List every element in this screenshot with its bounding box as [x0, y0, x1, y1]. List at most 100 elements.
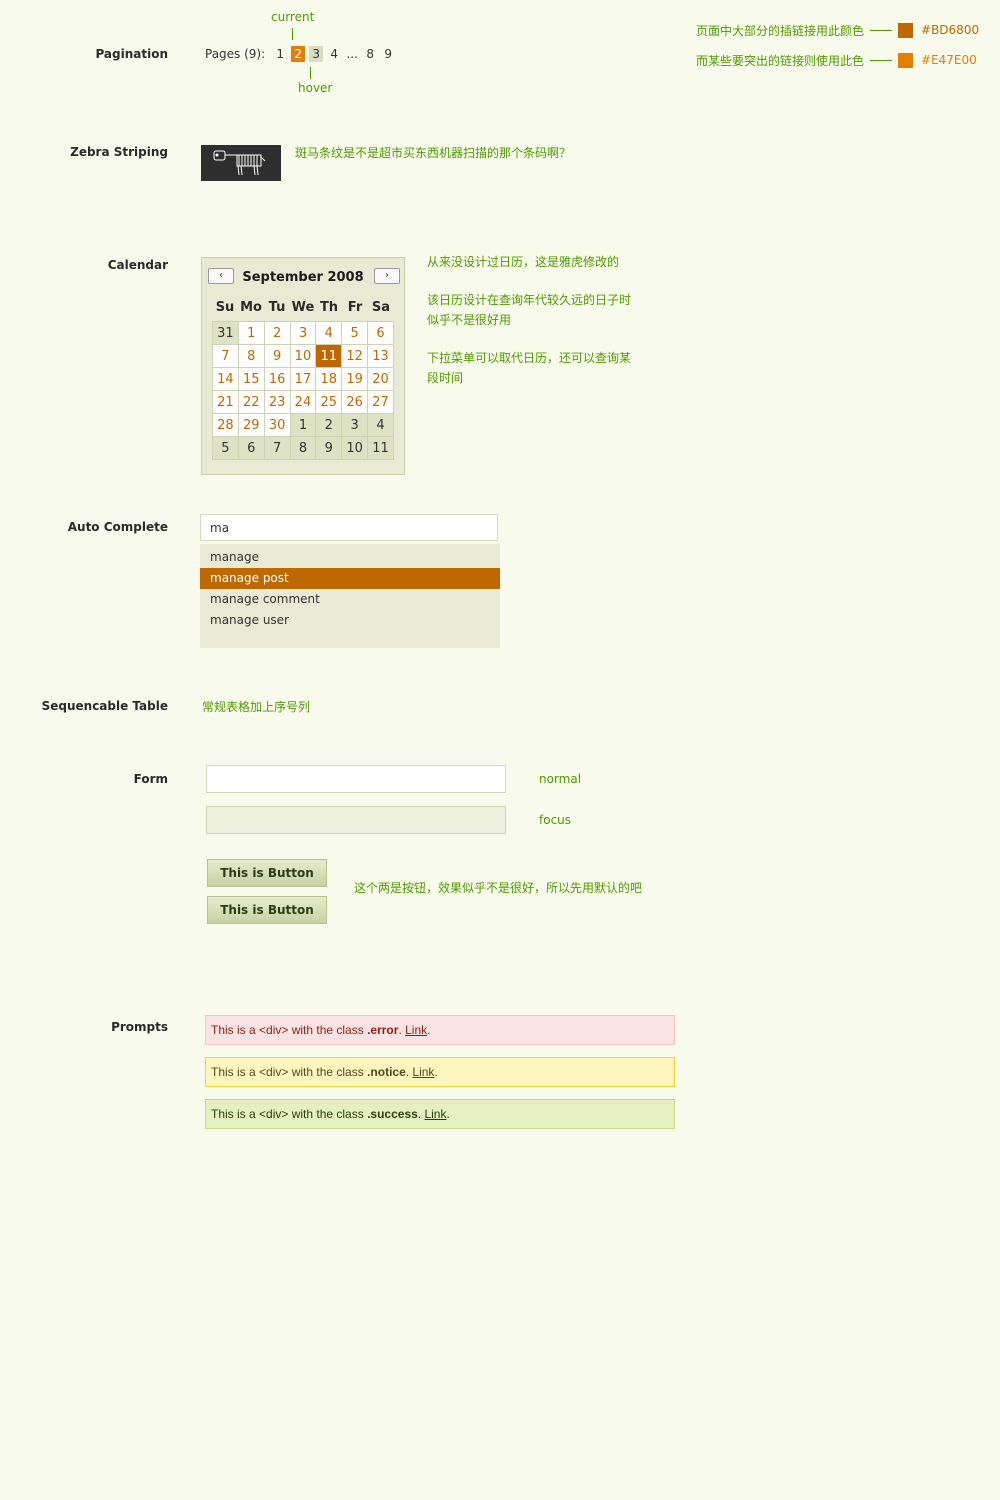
calendar-day[interactable]: 20: [367, 367, 394, 391]
weekday-label: Th: [319, 300, 339, 315]
button-note: 这个两是按钮，效果似乎不是很好，所以先用默认的吧: [354, 881, 643, 895]
weekday-label: Su: [215, 300, 235, 315]
prompt-link[interactable]: Link: [405, 1023, 427, 1037]
calendar-day[interactable]: 13: [367, 344, 394, 368]
calendar-day[interactable]: 18: [315, 367, 343, 391]
page-link-9[interactable]: 9: [381, 46, 395, 62]
page-ellipsis: ...: [346, 47, 358, 61]
calendar-day-other-month[interactable]: 8: [289, 436, 317, 460]
page-current-2: 2: [291, 46, 306, 62]
prompt-link[interactable]: Link: [412, 1065, 434, 1079]
calendar-day-other-month[interactable]: 2: [315, 413, 343, 437]
calendar-day[interactable]: 28: [212, 413, 239, 437]
calendar-day[interactable]: 6: [367, 321, 394, 345]
section-label-autocomplete: Auto Complete: [67, 520, 168, 534]
text-field-focus[interactable]: [206, 806, 506, 834]
calendar-day-other-month[interactable]: 4: [367, 413, 394, 437]
calendar-week-row: 21 22 23 24 25 26 27: [212, 390, 394, 414]
calendar-day[interactable]: 22: [237, 390, 265, 414]
autocomplete-input[interactable]: ma: [200, 514, 498, 541]
calendar-week-row: 31 1 2 3 4 5 6: [212, 321, 394, 345]
next-month-button[interactable]: ›: [374, 268, 400, 284]
color-swatch-highlight: [898, 52, 914, 68]
calendar-day[interactable]: 14: [212, 367, 239, 391]
legend-highlight-link: 而某些要突出的链接则使用此色 #E47E00: [696, 51, 977, 69]
autocomplete-suggestions: manage manage post manage comment manage…: [200, 544, 500, 648]
calendar-month-title: September 2008: [242, 270, 364, 285]
suggestion-item[interactable]: manage user: [200, 610, 500, 631]
calendar-week-row: 5 6 7 8 9 10 11: [212, 436, 394, 460]
weekday-label: Sa: [371, 300, 391, 315]
error-prompt: This is a <div> with the class .error. L…: [205, 1015, 675, 1045]
prompt-class-name: .error: [367, 1023, 399, 1037]
calendar-day[interactable]: 5: [341, 321, 369, 345]
calendar-day[interactable]: 1: [237, 321, 265, 345]
calendar-note-2: 该日历设计在查询年代较久远的日子时似乎不是很好用: [427, 293, 632, 327]
calendar-day[interactable]: 10: [289, 344, 317, 368]
prompt-class-name: .notice: [367, 1065, 406, 1079]
calendar-day-other-month[interactable]: 5: [212, 436, 239, 460]
calendar-day[interactable]: 8: [237, 344, 265, 368]
color-swatch-main: [898, 22, 914, 38]
section-label-pagination: Pagination: [95, 47, 168, 61]
pagination-prefix: Pages (9):: [205, 47, 266, 61]
hover-pointer-line: [310, 67, 311, 79]
section-label-sequencable-table: Sequencable Table: [41, 699, 168, 713]
calendar-day[interactable]: 15: [237, 367, 265, 391]
calendar-day-grid: 31 1 2 3 4 5 6 7 8 9 10 11 12 13 14 15 16 17 18 19 20 21 22 23 2…: [212, 321, 394, 460]
calendar-day[interactable]: 17: [289, 367, 317, 391]
calendar-day[interactable]: 16: [263, 367, 291, 391]
calendar-day-other-month[interactable]: 31: [212, 321, 239, 345]
sample-button-2[interactable]: This is Button: [207, 896, 327, 924]
calendar-day[interactable]: 29: [237, 413, 265, 437]
calendar-week-row: 14 15 16 17 18 19 20: [212, 367, 394, 391]
normal-state-note: normal: [539, 772, 582, 786]
legend-main-link: 页面中大部分的插链接用此颜色 #BD6800: [696, 21, 979, 39]
calendar-day[interactable]: 25: [315, 390, 343, 414]
calendar-day[interactable]: 2: [263, 321, 291, 345]
calendar-day-other-month[interactable]: 1: [289, 413, 317, 437]
calendar-day[interactable]: 4: [315, 321, 343, 345]
calendar-day-other-month[interactable]: 9: [315, 436, 343, 460]
legend-highlight-link-note: 而某些要突出的链接则使用此色: [696, 53, 865, 68]
calendar-day[interactable]: 30: [263, 413, 291, 437]
sample-button-1[interactable]: This is Button: [207, 859, 327, 887]
suggestion-item[interactable]: manage comment: [200, 589, 500, 610]
page-link-4[interactable]: 4: [327, 46, 341, 62]
text-field-normal[interactable]: [206, 765, 506, 793]
calendar-day-other-month[interactable]: 7: [263, 436, 291, 460]
prompt-text: This is a <div> with the class: [211, 1065, 368, 1079]
prompt-end: .: [427, 1023, 431, 1037]
calendar-widget: ‹ September 2008 › Su Mo Tu We Th Fr Sa …: [201, 257, 405, 475]
calendar-day-other-month[interactable]: 11: [367, 436, 394, 460]
calendar-day[interactable]: 9: [263, 344, 291, 368]
calendar-day[interactable]: 27: [367, 390, 394, 414]
calendar-day[interactable]: 3: [289, 321, 317, 345]
page-link-1[interactable]: 1: [273, 46, 287, 62]
calendar-day[interactable]: 21: [212, 390, 239, 414]
calendar-day-other-month[interactable]: 10: [341, 436, 369, 460]
calendar-day[interactable]: 19: [341, 367, 369, 391]
section-label-calendar: Calendar: [107, 258, 168, 272]
suggestion-item-selected[interactable]: manage post: [200, 568, 500, 589]
prompt-link[interactable]: Link: [424, 1107, 446, 1121]
calendar-day[interactable]: 24: [289, 390, 317, 414]
calendar-day-selected[interactable]: 11: [315, 344, 343, 368]
calendar-day[interactable]: 23: [263, 390, 291, 414]
notice-prompt: This is a <div> with the class .notice. …: [205, 1057, 675, 1087]
calendar-day[interactable]: 7: [212, 344, 239, 368]
page-link-3[interactable]: 3: [309, 46, 324, 62]
legend-main-hex: #BD6800: [921, 23, 980, 37]
calendar-day-other-month[interactable]: 6: [237, 436, 265, 460]
calendar-week-row: 7 8 9 10 11 12 13: [212, 344, 394, 368]
calendar-day-other-month[interactable]: 3: [341, 413, 369, 437]
prev-month-button[interactable]: ‹: [208, 268, 234, 284]
section-label-form: Form: [133, 772, 168, 786]
section-label-prompts: Prompts: [111, 1020, 168, 1034]
calendar-day[interactable]: 26: [341, 390, 369, 414]
page-link-8[interactable]: 8: [363, 46, 377, 62]
calendar-week-row: 28 29 30 1 2 3 4: [212, 413, 394, 437]
calendar-day[interactable]: 12: [341, 344, 369, 368]
suggestion-item[interactable]: manage: [200, 547, 500, 568]
success-prompt: This is a <div> with the class .success.…: [205, 1099, 675, 1129]
